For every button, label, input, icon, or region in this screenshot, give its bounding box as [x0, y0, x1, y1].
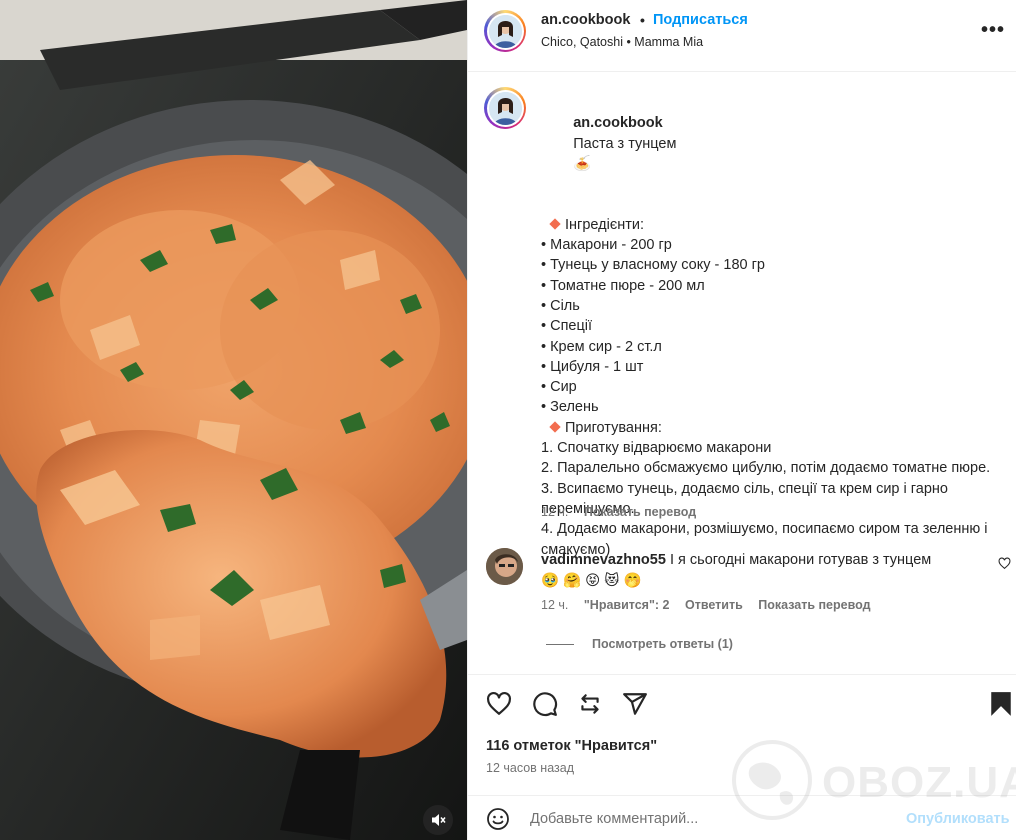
commenter-avatar[interactable] — [486, 548, 523, 585]
caption-author-avatar[interactable] — [484, 87, 526, 129]
author-username[interactable]: an.cookbook — [541, 12, 630, 28]
comment-item: vadimnevazhno55 І я сьогодні макарони го… — [468, 545, 1016, 665]
spaghetti-emoji-icon: 🍝 — [573, 155, 592, 172]
bookmark-icon[interactable] — [988, 691, 1014, 717]
commenter-username[interactable]: vadimnevazhno55 — [541, 552, 666, 568]
speaker-muted-icon — [432, 814, 446, 826]
orange-diamond-icon — [549, 218, 561, 230]
caption-text: an.cookbook Паста з тунцем 🍝 Інгредієнти… — [541, 93, 991, 560]
post-side-panel: an.cookbook • Подписаться Chico, Qatoshi… — [467, 0, 1016, 840]
caption-time[interactable]: 12 ч. — [541, 505, 568, 519]
ingredient-item: • Сир — [541, 379, 577, 396]
step-item: 2. Паралельно обсмажуємо цибулю, потім д… — [541, 460, 991, 477]
mute-button[interactable] — [423, 805, 453, 835]
audio-track-link[interactable]: Chico, Qatoshi • Mamma Mia — [541, 35, 703, 49]
ingredient-item: • Крем сир - 2 ст.л — [541, 338, 662, 355]
reply-button[interactable]: Ответить — [685, 598, 743, 612]
avatar-image — [488, 14, 522, 48]
ingredient-item: • Томатне пюре - 200 мл — [541, 277, 705, 294]
ingredients-heading: Інгредієнти: — [565, 216, 644, 233]
publish-button[interactable]: Опубликовать — [906, 811, 1010, 827]
view-replies-label: Посмотреть ответы (1) — [592, 637, 733, 651]
likes-count[interactable]: 116 отметок "Нравится" — [486, 738, 657, 754]
comment-meta: 12 ч. "Нравится": 2 Ответить Показать пе… — [541, 598, 883, 612]
replies-divider — [546, 643, 574, 645]
steps-list: 1. Спочатку відварюємо макарони 2. Парал… — [541, 438, 991, 560]
steps-heading: Приготування: — [565, 419, 662, 436]
comment-likes-count[interactable]: "Нравится": 2 — [584, 598, 670, 612]
post-header: an.cookbook • Подписаться Chico, Qatoshi… — [468, 0, 1016, 72]
pasta-photo — [0, 0, 467, 840]
share-icon[interactable] — [577, 691, 603, 717]
comment-emojis: 🥹 🤗 😝 😻 🤭 — [541, 572, 642, 589]
caption-translate-link[interactable]: Показать перевод — [584, 505, 696, 519]
post-media[interactable] — [0, 0, 467, 840]
author-avatar[interactable] — [484, 10, 526, 52]
step-item: 1. Спочатку відварюємо макарони — [541, 440, 772, 457]
ingredient-item: • Зелень — [541, 399, 599, 416]
follow-button[interactable]: Подписаться — [653, 12, 748, 28]
comment-time[interactable]: 12 ч. — [541, 598, 568, 612]
ingredients-list: • Макарони - 200 гр • Тунець у власному … — [541, 235, 991, 418]
ingredient-item: • Цибуля - 1 шт — [541, 358, 644, 375]
orange-diamond-icon — [549, 421, 561, 433]
comment-icon[interactable] — [532, 691, 558, 717]
ingredient-item: • Сіль — [541, 297, 580, 314]
separator-dot: • — [640, 12, 645, 28]
more-options-icon[interactable]: ••• — [981, 20, 1005, 40]
emoji-icon[interactable] — [486, 807, 510, 831]
post-actions-bar: 116 отметок "Нравится" 12 часов назад — [468, 674, 1016, 794]
view-replies-button[interactable]: Посмотреть ответы (1) — [546, 637, 733, 651]
comment-text: І я сьогодні макарони готував з тунцем — [669, 552, 932, 568]
avatar-image — [486, 548, 523, 585]
caption-title: Паста з тунцем — [573, 135, 677, 152]
comment-body: vadimnevazhno55 І я сьогодні макарони го… — [541, 550, 981, 591]
comment-like-heart-icon[interactable] — [998, 557, 1011, 570]
ingredient-item: • Макарони - 200 гр — [541, 237, 672, 254]
avatar-image — [488, 91, 522, 125]
add-comment-bar: Опубликовать — [468, 795, 1016, 840]
ingredient-item: • Спеції — [541, 318, 593, 335]
heart-icon[interactable] — [486, 691, 512, 717]
caption-username[interactable]: an.cookbook — [573, 115, 662, 131]
send-icon[interactable] — [622, 691, 648, 717]
comment-translate-link[interactable]: Показать перевод — [758, 598, 870, 612]
ingredient-item: • Тунець у власному соку - 180 гр — [541, 257, 765, 274]
posted-time[interactable]: 12 часов назад — [486, 761, 574, 775]
comment-input[interactable] — [530, 806, 890, 832]
caption-meta: 12 ч. Показать перевод — [541, 505, 708, 519]
